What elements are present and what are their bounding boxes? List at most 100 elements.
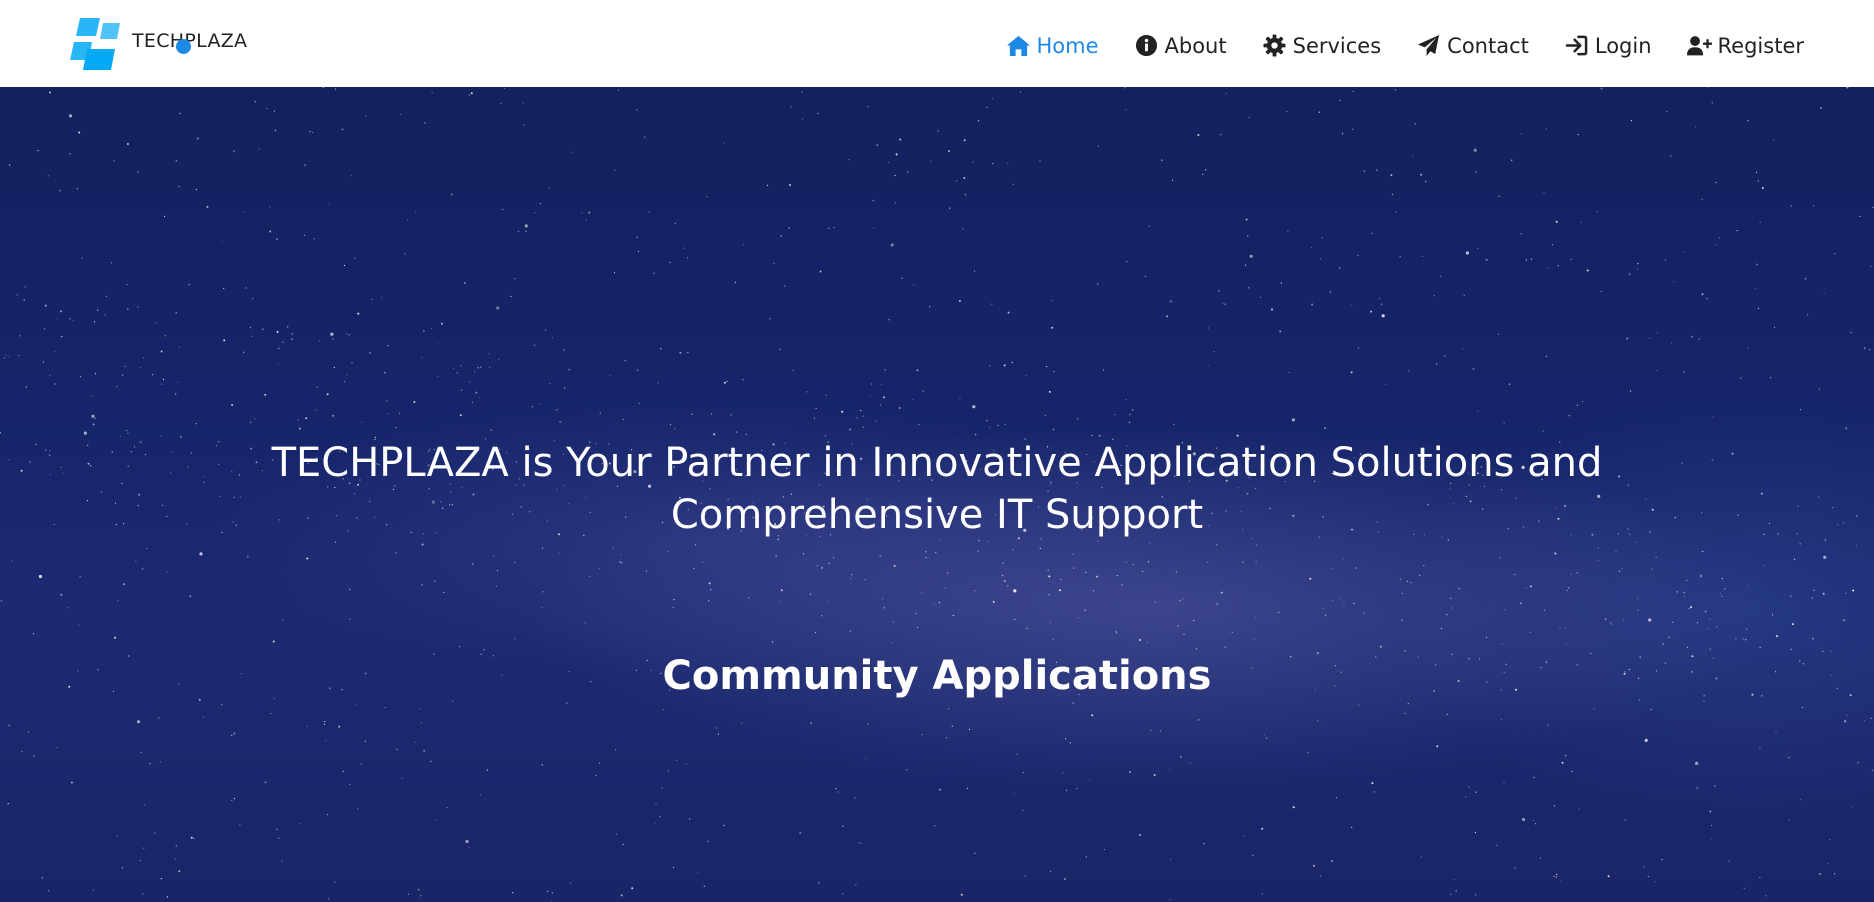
star xyxy=(1220,134,1222,136)
star xyxy=(825,394,827,396)
star xyxy=(1103,369,1105,371)
star xyxy=(925,557,927,559)
star xyxy=(264,781,267,784)
star xyxy=(126,429,128,432)
star xyxy=(780,600,782,603)
star xyxy=(25,386,27,388)
star xyxy=(140,367,142,369)
star xyxy=(1063,878,1066,881)
star xyxy=(687,257,689,259)
star xyxy=(1580,221,1582,223)
star xyxy=(1555,876,1558,878)
star xyxy=(964,194,967,196)
star xyxy=(1202,173,1204,175)
star xyxy=(1747,585,1749,587)
star xyxy=(67,607,69,609)
star xyxy=(178,185,180,187)
star xyxy=(1125,109,1127,111)
star xyxy=(1126,261,1128,263)
star xyxy=(1661,859,1663,861)
star xyxy=(459,414,462,417)
star xyxy=(421,543,424,546)
star xyxy=(723,142,725,144)
star xyxy=(1797,505,1799,507)
star xyxy=(534,212,536,214)
star xyxy=(461,389,463,391)
star xyxy=(154,322,157,324)
star xyxy=(1788,819,1790,821)
star xyxy=(1317,720,1319,722)
star xyxy=(298,427,301,430)
star xyxy=(122,374,124,376)
star xyxy=(1207,327,1210,329)
star xyxy=(835,788,837,790)
star xyxy=(1804,277,1807,280)
star xyxy=(1003,580,1006,582)
star xyxy=(282,619,284,621)
star xyxy=(524,224,528,228)
star xyxy=(828,562,830,564)
star xyxy=(1085,856,1087,858)
star xyxy=(1529,585,1532,588)
nav-item-services[interactable]: Services xyxy=(1262,33,1381,58)
star xyxy=(890,243,894,247)
nav-item-home[interactable]: Home xyxy=(1006,33,1099,58)
star xyxy=(349,588,351,591)
nav-item-register[interactable]: Register xyxy=(1686,33,1804,58)
star xyxy=(1542,430,1544,432)
star xyxy=(864,579,866,581)
star xyxy=(1823,292,1825,294)
star xyxy=(855,884,857,886)
star xyxy=(1871,769,1873,772)
star xyxy=(1179,756,1182,758)
star xyxy=(1712,416,1714,418)
star xyxy=(817,112,819,115)
star xyxy=(431,92,433,94)
star xyxy=(571,151,573,153)
star xyxy=(636,109,638,111)
star xyxy=(1566,589,1568,592)
star xyxy=(963,177,966,179)
star xyxy=(1069,742,1071,744)
star xyxy=(691,413,693,415)
star xyxy=(589,575,591,577)
star xyxy=(1216,544,1218,546)
star xyxy=(963,139,966,142)
star xyxy=(883,607,886,609)
star xyxy=(1048,390,1051,393)
star xyxy=(974,270,976,272)
star xyxy=(667,770,670,772)
star xyxy=(503,87,506,89)
star xyxy=(420,895,422,897)
star xyxy=(1577,134,1579,136)
star xyxy=(479,397,481,399)
star xyxy=(958,300,961,302)
star xyxy=(1850,331,1852,334)
star xyxy=(1643,866,1645,868)
star xyxy=(91,414,95,418)
star xyxy=(1570,573,1572,575)
nav-item-login[interactable]: Login xyxy=(1564,33,1652,58)
star xyxy=(160,878,162,880)
star xyxy=(1761,187,1764,189)
nav-item-about[interactable]: About xyxy=(1134,33,1227,58)
star xyxy=(1790,595,1792,597)
star xyxy=(24,286,26,288)
star xyxy=(87,444,89,446)
star xyxy=(440,322,443,325)
star xyxy=(1709,618,1711,620)
star xyxy=(384,371,386,374)
star xyxy=(1007,311,1010,314)
brand-logo-link[interactable]: TECHPLAZA xyxy=(70,14,247,74)
star xyxy=(617,89,620,91)
star xyxy=(298,823,301,825)
star xyxy=(401,777,403,780)
star xyxy=(1351,826,1353,829)
star xyxy=(1872,206,1874,208)
star xyxy=(1407,580,1409,583)
star xyxy=(913,284,915,286)
nav-item-contact[interactable]: Contact xyxy=(1416,33,1529,58)
star xyxy=(1576,572,1578,574)
star xyxy=(1224,303,1226,305)
star xyxy=(1561,761,1564,764)
